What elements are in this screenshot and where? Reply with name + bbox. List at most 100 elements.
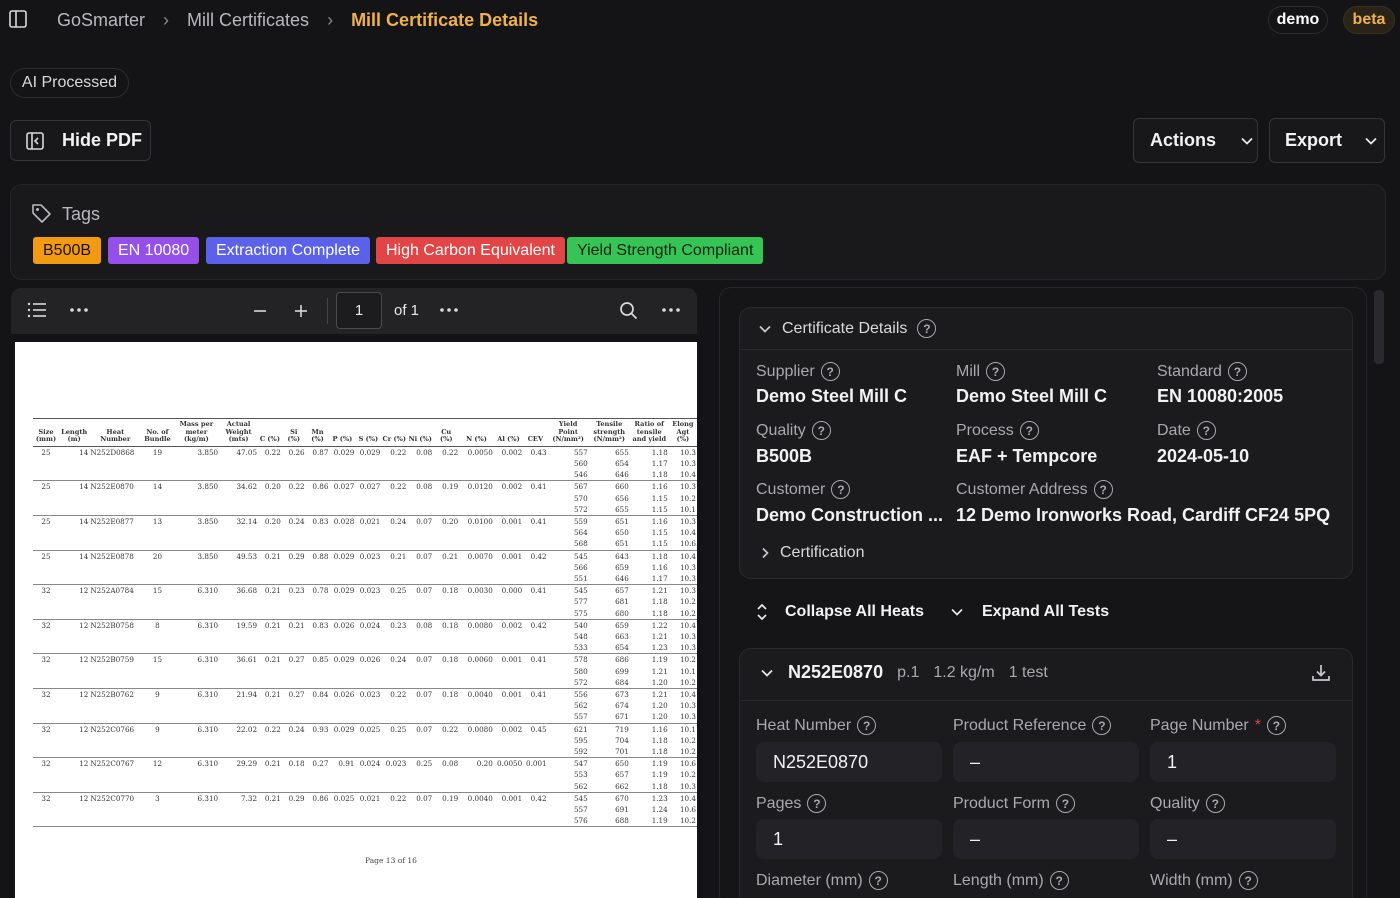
customer-address-value: 12 Demo Ironworks Road, Cardiff CF24 5PQ [956, 505, 1331, 525]
table-cell [219, 780, 259, 793]
help-icon[interactable]: ? [917, 319, 937, 338]
table-cell: 13 [152, 516, 163, 526]
table-cell: 671 [588, 711, 630, 724]
table-cell [355, 815, 382, 828]
export-button[interactable]: Export [1269, 118, 1385, 163]
table-cell: 0.25 [390, 724, 407, 734]
table-cell [523, 769, 547, 780]
page-number-input[interactable]: 1 [336, 292, 382, 329]
product-form-label: Product Form? [953, 794, 1075, 813]
table-cell: 10.2 [679, 770, 696, 780]
more-icon[interactable] [440, 308, 458, 312]
help-icon[interactable]: ? [1227, 362, 1247, 381]
heat-quality-field[interactable]: – [1150, 819, 1336, 859]
breadcrumb-parent[interactable]: Mill Certificates [187, 10, 309, 31]
table-cell [381, 562, 407, 573]
table-cell: 1.16 [651, 482, 668, 492]
help-icon[interactable]: ? [831, 480, 851, 499]
page-number-field[interactable]: 1 [1150, 742, 1336, 782]
table-header: Actual Weight (mts) [219, 418, 259, 447]
more-icon[interactable] [70, 308, 88, 312]
tag-high-carbon-equivalent[interactable]: High Carbon Equivalent [376, 237, 565, 264]
help-icon[interactable]: ? [820, 362, 840, 381]
tag-yield-strength-compliant[interactable]: Yield Strength Compliant [567, 237, 764, 264]
table-cell: 0.07 [416, 793, 433, 803]
help-icon[interactable]: ? [1055, 794, 1075, 813]
help-icon[interactable]: ? [857, 716, 877, 735]
help-icon[interactable]: ? [1238, 871, 1258, 890]
search-icon[interactable] [619, 301, 638, 320]
quality-value: B500B [756, 446, 813, 466]
heat-card-header[interactable]: N252E0870 p.1 1.2 kg/m 1 test [760, 662, 1048, 683]
table-cell: 557 [573, 805, 588, 815]
table-cell [459, 469, 494, 482]
table-cell: 1.19 [629, 815, 669, 828]
table-cell [381, 469, 408, 482]
zoom-out-icon[interactable] [252, 303, 268, 319]
width-label: Width (mm)? [1150, 871, 1258, 890]
outline-icon[interactable] [27, 301, 47, 319]
zoom-in-icon[interactable] [293, 303, 309, 319]
table-cell [173, 746, 220, 759]
collapse-all-heats-button[interactable]: Collapse All Heats [755, 603, 924, 621]
table-cell: 0.42 [530, 551, 547, 561]
table-cell [282, 493, 306, 504]
table-cell: 0.0100 [467, 516, 493, 526]
table-cell [33, 700, 59, 711]
more-icon[interactable] [662, 308, 680, 312]
help-icon[interactable]: ? [1196, 421, 1216, 440]
table-cell: 0.0080 [467, 620, 493, 630]
help-icon[interactable]: ? [1093, 480, 1113, 499]
pages-field[interactable]: 1 [756, 819, 942, 859]
help-icon[interactable]: ? [986, 362, 1005, 381]
help-icon[interactable]: ? [811, 421, 831, 440]
heat-number-field[interactable]: N252E0870 [756, 742, 942, 782]
table-cell: 0.08 [416, 447, 433, 457]
table-cell [33, 815, 59, 828]
user-badge[interactable]: demo [1268, 6, 1328, 34]
customer-address-label: Customer Address? [956, 480, 1113, 499]
table-cell [381, 815, 408, 828]
table-cell: 1.18 [651, 597, 668, 607]
table-cell [433, 815, 460, 828]
tag-en-10080[interactable]: EN 10080 [108, 237, 200, 264]
tag-b500b[interactable]: B500B [33, 237, 102, 264]
sidebar-toggle-icon[interactable] [9, 10, 27, 28]
table-cell [355, 676, 382, 689]
certification-toggle[interactable]: Certification [760, 544, 864, 562]
table-cell [33, 711, 59, 724]
breadcrumb-root[interactable]: GoSmarter [57, 10, 145, 31]
help-icon[interactable]: ? [1092, 716, 1112, 735]
help-icon[interactable]: ? [1019, 421, 1039, 440]
help-icon[interactable]: ? [1205, 794, 1225, 813]
table-cell: 1.18 [629, 780, 669, 793]
actions-button[interactable]: Actions [1133, 118, 1258, 163]
help-icon[interactable]: ? [1049, 871, 1069, 890]
table-cell [523, 607, 548, 620]
download-icon[interactable] [1311, 663, 1331, 683]
hide-pdf-button[interactable]: Hide PDF [10, 120, 151, 161]
table-cell [407, 493, 433, 504]
tag-extraction-complete[interactable]: Extraction Complete [206, 237, 371, 264]
table-cell: 0.88 [312, 551, 329, 561]
certificate-details-header[interactable]: Certificate Details ? [758, 319, 937, 338]
table-cell [329, 562, 355, 573]
table-cell: 562 [547, 780, 589, 793]
help-icon[interactable]: ? [807, 794, 827, 813]
chevron-down-icon [951, 608, 963, 616]
expand-all-tests-button[interactable]: Expand All Tests [950, 603, 1109, 621]
table-header: Yield Point (N/mm²) [547, 418, 589, 447]
table-cell: 577 [573, 597, 588, 607]
help-icon[interactable]: ? [868, 871, 888, 890]
table-cell: 0.18 [442, 586, 459, 596]
table-cell: 6.310 [197, 759, 219, 769]
help-icon[interactable]: ? [1266, 716, 1286, 735]
table-cell: 559 [573, 516, 588, 526]
table-cell: 10.6 [679, 759, 696, 769]
product-reference-field[interactable]: – [953, 742, 1139, 782]
panel-scrollbar[interactable] [1374, 290, 1384, 364]
table-cell: 1.21 [651, 631, 668, 641]
chevron-down-icon [1241, 137, 1253, 145]
product-form-field[interactable]: – [953, 819, 1139, 859]
table-cell [494, 458, 523, 469]
